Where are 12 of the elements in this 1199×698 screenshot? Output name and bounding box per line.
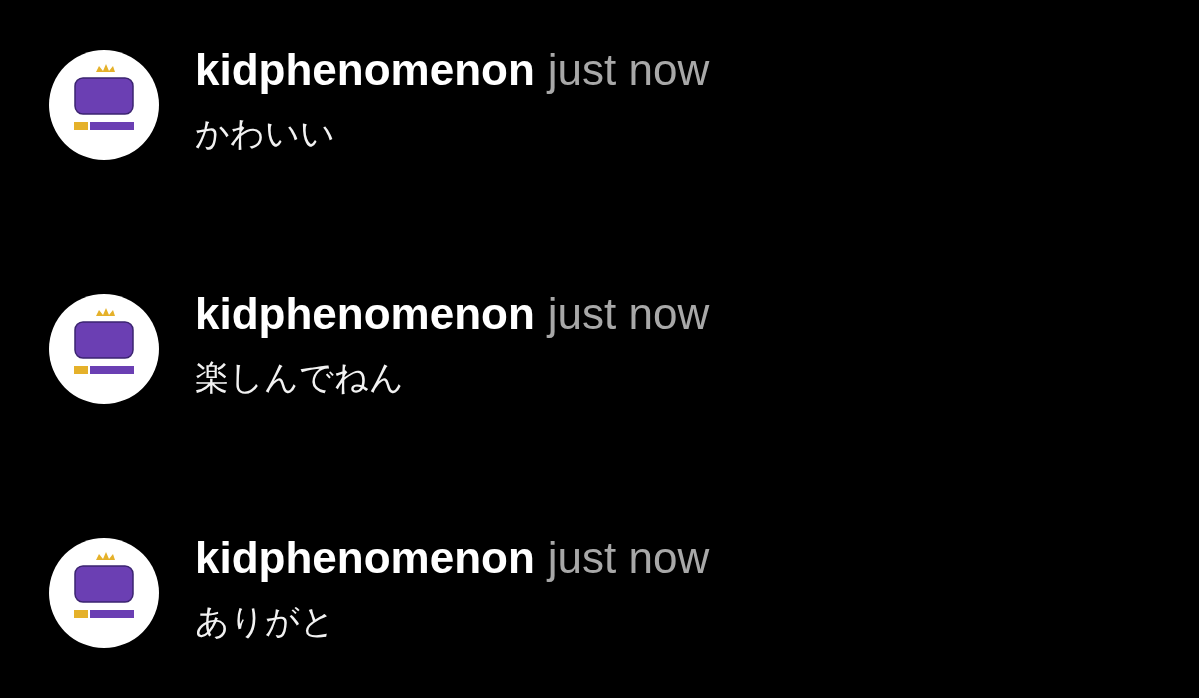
comment-text: かわいい — [195, 112, 335, 155]
username[interactable]: kidphenomenon — [195, 292, 535, 336]
timestamp: just now — [547, 48, 710, 92]
username[interactable]: kidphenomenon — [195, 48, 535, 92]
username[interactable]: kidphenomenon — [195, 536, 535, 580]
avatar-drawing[interactable] — [49, 50, 159, 160]
comment-text: ありがと — [195, 600, 335, 643]
timestamp: just now — [547, 536, 710, 580]
avatar-drawing[interactable] — [49, 294, 159, 404]
timestamp: just now — [547, 292, 710, 336]
avatar-drawing[interactable] — [49, 538, 159, 648]
comment-text: 楽しんでねん — [195, 356, 404, 399]
